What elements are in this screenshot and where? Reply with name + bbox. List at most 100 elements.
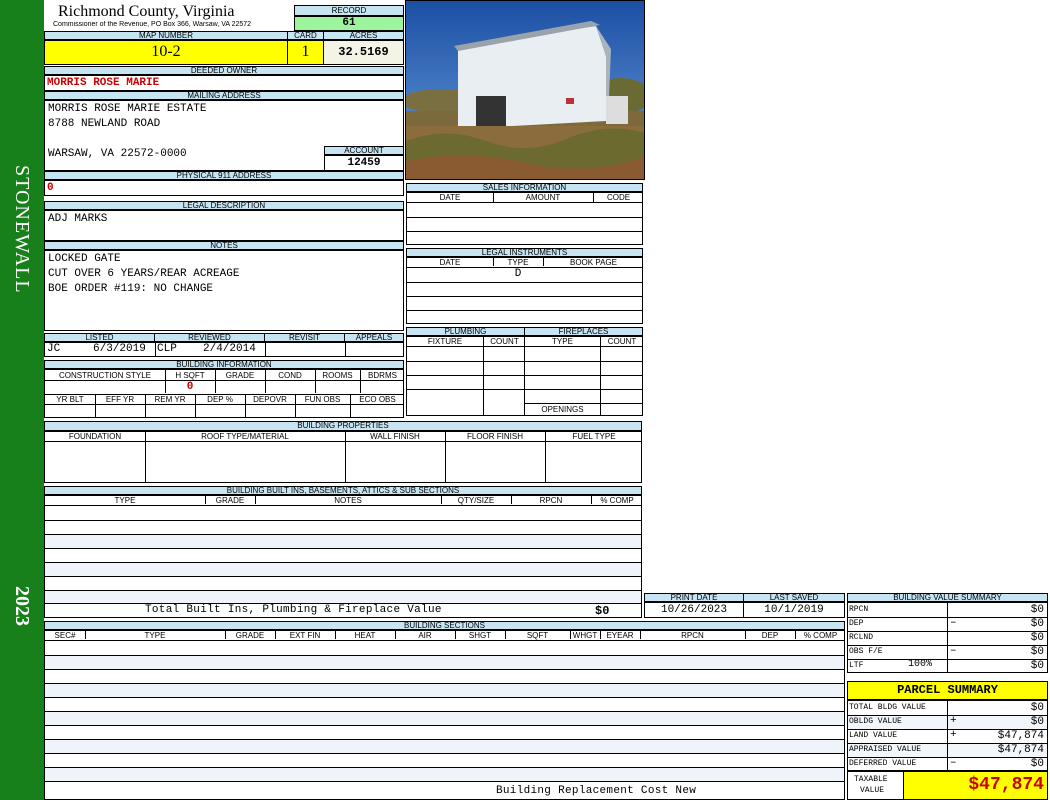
col-rem-yr: REM YR [154,395,186,404]
plumbing-col-fixture: FIXTURE [427,337,463,346]
bvs-row-value: $0 [1030,646,1044,658]
bvs-row-value: $0 [1030,618,1044,630]
sec-col-ext-fin: EXT FIN [289,631,321,640]
sales-table: DATE AMOUNT CODE [406,192,643,245]
acres-value: 32.5169 [323,40,404,65]
card-value: 1 [287,40,324,65]
built-ins-total-value: $0 [595,604,610,618]
parcel-row-value: $47,874 [997,730,1044,742]
parcel-row-name: LAND VALUE [849,731,898,740]
h-sqft-value: 0 [186,381,194,393]
sec-col-pct-comp: % COMP [803,631,838,640]
parcel-row-sign: + [950,715,957,727]
parcel-row-value: $47,874 [997,744,1044,756]
parcel-row-name: DEFERRED VALUE [849,759,917,768]
sec-col-eyear: EYEAR [606,631,634,640]
building-value-summary-label: BUILDING VALUE SUMMARY [847,593,1048,602]
bvs-row-name: RCLND [849,633,874,642]
listed-by: JC [47,343,61,355]
fireplaces-label: FIREPLACES [524,327,643,336]
tax-year: 2023 [11,586,33,626]
bp-col-floor-finish: FLOOR FINISH [466,432,523,441]
sales-information-label: SALES INFORMATION [406,183,643,192]
li-col-date: DATE [439,258,461,267]
sec-col-air: AIR [418,631,432,640]
legal-description-label: LEGAL DESCRIPTION [44,201,404,210]
mailing-line-2: 8788 NEWLAND ROAD [48,118,161,130]
bvs-row-pct: 100% [908,659,933,670]
notes-box: LOCKED GATE CUT OVER 6 YEARS/REAR ACREAG… [44,250,404,331]
sales-col-code: CODE [606,193,631,202]
bp-col-foundation: FOUNDATION [68,432,122,441]
status-row: JC 6/3/2019 CLP 2/4/2014 [44,342,404,357]
col-dep-pct: DEP % [207,395,233,404]
mailing-address-label: MAILING ADDRESS [44,91,404,100]
map-number-value: 10-2 [44,40,288,65]
building-sections-table: SEC# TYPE GRADE EXT FIN HEAT AIR SHGT SQ… [44,630,845,800]
building-sections-label: BUILDING SECTIONS [44,621,845,630]
bi-col-grade: GRADE [215,496,245,505]
col-grade: GRADE [225,371,255,380]
taxable-label-2: VALUE [860,786,885,795]
col-yr-blt: YR BLT [56,395,84,404]
bvs-row-sign: – [950,617,957,629]
bi-col-notes: NOTES [334,496,362,505]
parcel-row-value: $0 [1030,702,1044,714]
sec-col-dep: DEP [761,631,779,640]
bi-col-rpcn: RPCN [539,496,563,505]
legal-instruments-label: LEGAL INSTRUMENTS [406,248,643,257]
taxable-label-1: TAXABLE [854,775,888,784]
physical-911-value: 0 [44,180,404,196]
building-properties-table: FOUNDATION ROOF TYPE/MATERIAL WALL FINIS… [44,431,642,483]
built-ins-total-row: Total Built Ins, Plumbing & Fireplace Va… [44,603,642,618]
note-line: CUT OVER 6 YEARS/REAR ACREAGE [48,268,240,280]
bvs-row-value: $0 [1030,660,1044,672]
built-ins-total-label: Total Built Ins, Plumbing & Fireplace Va… [145,604,442,616]
parcel-row-sign: + [950,729,957,741]
built-ins-table: TYPE GRADE NOTES QTY/SIZE RPCN % COMP [44,495,642,604]
plumbing-label: PLUMBING [406,327,525,336]
fireplaces-openings: OPENINGS [541,405,584,414]
plumbing-table: FIXTURE COUNT [406,336,525,416]
parcel-row-value: $0 [1030,758,1044,770]
parcel-summary-table: TOTAL BLDG VALUE OBLDG VALUE LAND VALUE … [847,700,1048,771]
bvs-row-value: $0 [1030,604,1044,616]
bvs-row-name: RPCN [849,605,869,614]
sec-col-type: TYPE [144,631,166,640]
legal-instruments-table: DATE TYPE BOOK PAGE D [406,257,643,324]
col-cond: COND [278,371,302,380]
building-info-grid: CONSTRUCTION STYLE H SQFT GRADE COND ROO… [44,369,404,418]
bvs-row-value: $0 [1030,632,1044,644]
bvs-row-sign: – [950,645,957,657]
listed-label: LISTED [44,333,155,342]
sec-col-sqft: SQFT [526,631,549,640]
sec-col-rpcn: RPCN [681,631,704,640]
col-construction-style: CONSTRUCTION STYLE [58,371,151,380]
legal-description-box: ADJ MARKS [44,210,404,241]
county-title: Richmond County, Virginia [58,3,235,20]
bi-col-qty-size: QTY/SIZE [457,496,495,505]
fireplaces-col-count: COUNT [607,337,637,346]
building-properties-label: BUILDING PROPERTIES [44,421,642,431]
building-information-label: BUILDING INFORMATION [44,360,404,369]
parcel-summary-label: PARCEL SUMMARY [847,681,1048,700]
col-eco-obs: ECO OBS [359,395,396,404]
deeded-owner-label: DEEDED OWNER [44,66,404,75]
fireplaces-table: TYPE COUNT OPENINGS [524,336,643,416]
deeded-owner-value: MORRIS ROSE MARIE [44,75,404,91]
physical-911-label: PHYSICAL 911 ADDRESS [44,171,404,180]
taxable-value: $47,874 [968,775,1044,795]
parcel-row-value: $0 [1030,716,1044,728]
col-h-sqft: H SQFT [175,371,205,380]
last-saved-value: 10/1/2019 [743,602,845,618]
legal-description-value: ADJ MARKS [48,213,108,225]
property-photo [405,0,645,180]
sales-col-amount: AMOUNT [525,193,561,202]
map-number-label: MAP NUMBER [44,31,288,40]
notes-label: NOTES [44,241,404,250]
revisit-label: REVISIT [264,333,345,342]
print-date-value: 10/26/2023 [644,602,744,618]
note-line: LOCKED GATE [48,253,121,265]
listed-date: 6/3/2019 [93,343,146,355]
replacement-cost-label: Building Replacement Cost New [496,785,697,797]
